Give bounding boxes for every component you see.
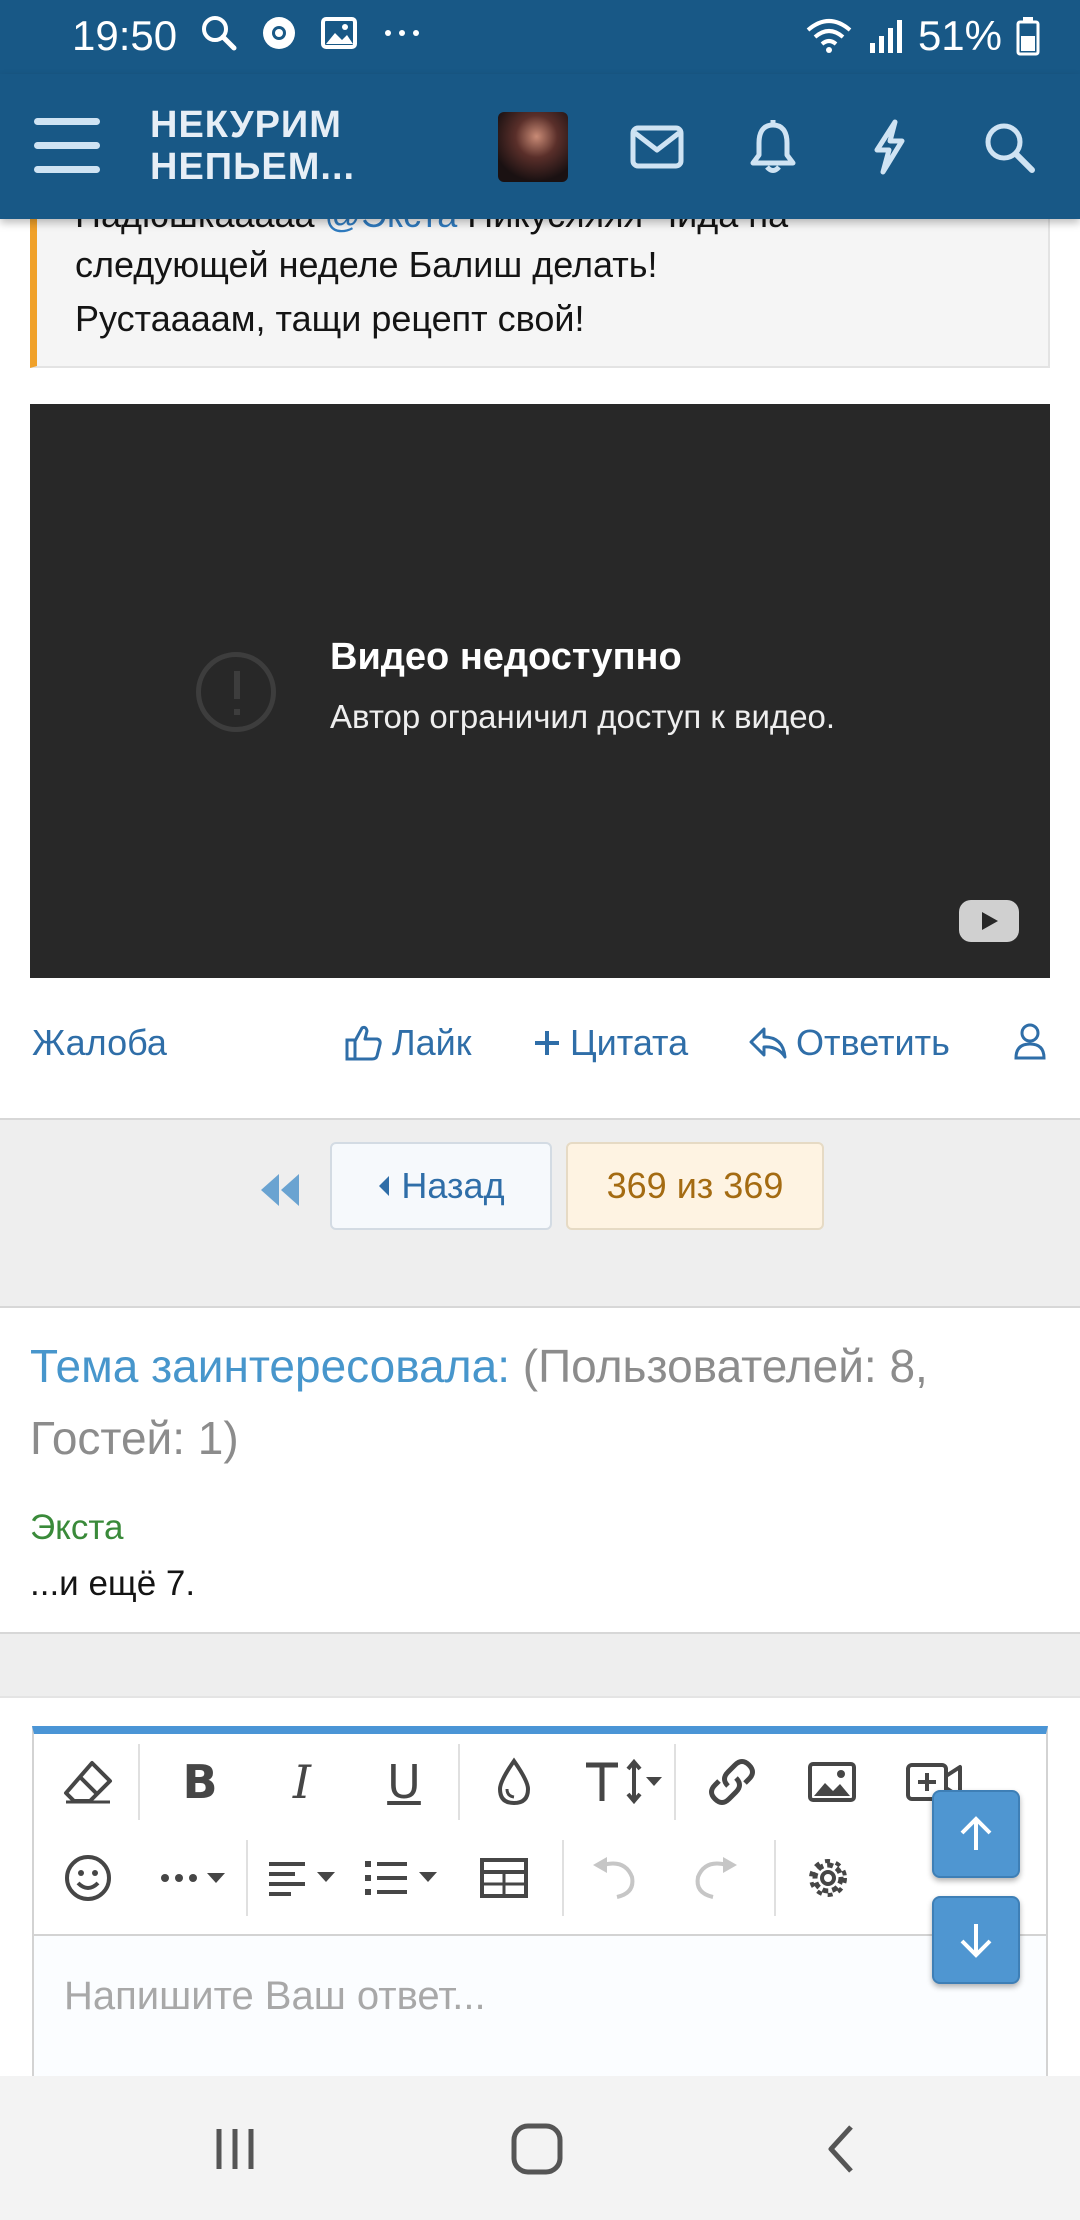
arrow-up-icon — [960, 1816, 992, 1850]
toolbar-separator — [774, 1840, 776, 1916]
logo-line-1: НЕКУРИМ — [150, 104, 342, 146]
italic-icon[interactable]: I — [270, 1750, 334, 1814]
smiley-icon[interactable] — [56, 1846, 120, 1910]
home-icon[interactable] — [502, 2114, 572, 2184]
bold-icon[interactable]: B — [168, 1750, 232, 1814]
toolbar-separator — [674, 1744, 676, 1820]
battery-percent: 51% — [917, 12, 1002, 59]
reply-input[interactable]: Напишите Ваш ответ... — [34, 1934, 1046, 2084]
system-nav-bar — [0, 2076, 1080, 2220]
back-icon[interactable] — [806, 2114, 876, 2184]
like-button[interactable]: Лайк — [344, 1022, 472, 1064]
report-label: Жалоба — [32, 1022, 167, 1063]
app-header: НЕКУРИМ НЕПЬЕМ... — [0, 74, 1080, 219]
toolbar-separator — [562, 1840, 564, 1916]
mail-icon[interactable] — [626, 116, 688, 178]
prev-page-button[interactable]: Назад — [330, 1142, 552, 1230]
undo-icon[interactable] — [582, 1846, 646, 1910]
toolbar-separator — [246, 1840, 248, 1916]
reply-icon — [749, 1027, 787, 1059]
video-subtitle: Автор ограничил доступ к видео. — [330, 698, 836, 735]
status-time: 19:50 — [72, 12, 178, 59]
warning-icon — [196, 652, 276, 732]
report-link[interactable]: Жалоба — [32, 1022, 167, 1064]
color-drop-icon[interactable] — [482, 1750, 546, 1814]
quote-button[interactable]: Цитата — [532, 1022, 688, 1064]
reply-button[interactable]: Ответить — [748, 1022, 950, 1064]
text-size-icon[interactable] — [580, 1750, 670, 1814]
reply-placeholder: Напишите Ваш ответ... — [64, 1974, 486, 2018]
video-title: Видео недоступно — [330, 636, 682, 678]
quote-line: следующей неделе Балиш делать! — [75, 244, 658, 285]
battery-icon — [1016, 17, 1040, 56]
recent-apps-icon[interactable] — [200, 2114, 270, 2184]
interested-more-text: ...и ещё 7. — [30, 1564, 196, 1603]
toolbar-separator — [458, 1744, 460, 1820]
section-divider — [0, 1632, 1080, 1698]
signal-icon — [869, 20, 902, 53]
reply-editor: B I U Напишите Ваш ответ... — [32, 1726, 1048, 2084]
prev-page-label: Назад — [401, 1165, 505, 1206]
chrome-icon — [263, 17, 295, 49]
table-icon[interactable] — [472, 1846, 536, 1910]
menu-icon[interactable] — [34, 118, 100, 174]
site-logo[interactable]: НЕКУРИМ НЕПЬЕМ... — [150, 104, 355, 188]
eraser-icon[interactable] — [56, 1750, 120, 1814]
image-icon[interactable] — [800, 1750, 864, 1814]
scroll-up-button[interactable] — [932, 1790, 1020, 1878]
like-label: Лайк — [392, 1022, 472, 1063]
more-options-icon[interactable] — [152, 1846, 242, 1910]
pagination: Назад 369 из 369 — [0, 1118, 1080, 1308]
list-icon[interactable] — [360, 1846, 450, 1910]
editor-toolbar-row: B I U — [34, 1734, 1046, 1830]
underline-icon[interactable]: U — [372, 1750, 436, 1814]
caret-left-icon — [379, 1176, 390, 1196]
interested-lead: Тема заинтересовала: — [30, 1340, 510, 1392]
status-bar: 19:50 51% — [0, 0, 1080, 74]
thumbs-up-icon — [345, 1025, 382, 1061]
video-embed[interactable]: Видео недоступно Автор ограничил доступ … — [30, 404, 1050, 978]
post-actions: Жалоба Лайк Цитата Ответить — [0, 1000, 1080, 1092]
search-icon[interactable] — [978, 116, 1040, 178]
first-page-icon[interactable] — [255, 1170, 305, 1210]
align-icon[interactable] — [260, 1846, 350, 1910]
youtube-icon[interactable] — [959, 900, 1019, 942]
redo-icon[interactable] — [684, 1846, 748, 1910]
arrow-down-icon — [960, 1924, 992, 1958]
toolbar-separator — [138, 1744, 140, 1820]
plus-icon — [535, 1031, 559, 1055]
user-icon[interactable] — [1013, 1022, 1047, 1060]
current-page-indicator[interactable]: 369 из 369 — [566, 1142, 824, 1230]
wifi-icon — [806, 19, 852, 53]
link-icon[interactable] — [700, 1750, 764, 1814]
interested-heading: Тема заинтересовала: (Пользователей: 8, … — [30, 1330, 1050, 1474]
avatar[interactable] — [498, 112, 568, 182]
quote-line: Рустаааам, тащи рецепт свой! — [75, 298, 585, 339]
settings-icon[interactable] — [796, 1846, 860, 1910]
search-icon — [202, 16, 237, 51]
scroll-down-button[interactable] — [932, 1896, 1020, 1984]
image-icon — [321, 17, 357, 49]
interested-user-link[interactable]: Экста — [30, 1508, 123, 1548]
lightning-icon[interactable] — [858, 116, 920, 178]
status-left-icons — [200, 14, 424, 52]
reply-label: Ответить — [796, 1022, 950, 1063]
more-dots-icon — [385, 30, 419, 36]
editor-toolbar-row — [34, 1830, 1046, 1926]
logo-line-2: НЕПЬЕМ... — [150, 146, 356, 188]
status-right-icons: 51% — [804, 12, 1040, 60]
bell-icon[interactable] — [742, 116, 804, 178]
quote-label: Цитата — [570, 1022, 689, 1063]
